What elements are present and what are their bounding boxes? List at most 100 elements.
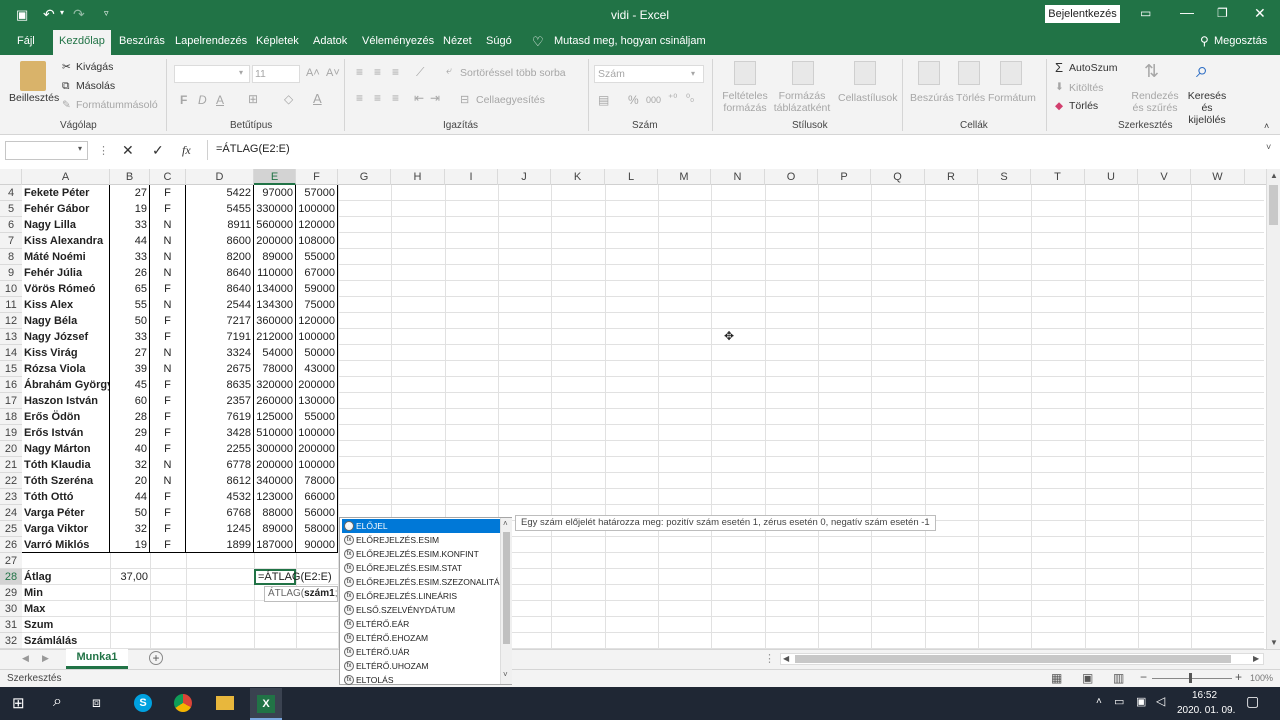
cell-d13[interactable]: 7191: [186, 329, 254, 345]
underline-button[interactable]: A: [216, 93, 224, 107]
ribbon-display-options-icon[interactable]: ▭: [1140, 6, 1151, 20]
vertical-scrollbar[interactable]: ▲ ▼: [1266, 169, 1280, 651]
row-header-11[interactable]: 11: [0, 297, 22, 313]
cell-c15[interactable]: N: [150, 361, 186, 377]
grow-font-icon[interactable]: A˄: [306, 67, 320, 79]
paste-button[interactable]: Beillesztés: [9, 92, 59, 104]
cell-e19[interactable]: 510000: [254, 425, 296, 441]
cell-b22[interactable]: 20: [110, 473, 150, 489]
row-header-14[interactable]: 14: [0, 345, 22, 361]
row-header-16[interactable]: 16: [0, 377, 22, 393]
cell-b5[interactable]: 19: [110, 201, 150, 217]
excel-taskbar-button[interactable]: X: [250, 688, 282, 720]
autocomplete-item[interactable]: fx ELTÉRŐ.EÁR: [342, 617, 500, 631]
cell-a24[interactable]: Varga Péter: [22, 505, 110, 521]
align-left-icon[interactable]: ≡: [356, 91, 363, 105]
cell-e27[interactable]: [254, 553, 296, 569]
increase-indent-icon[interactable]: ⇥: [430, 91, 440, 105]
cell-c19[interactable]: F: [150, 425, 186, 441]
cell-b6[interactable]: 33: [110, 217, 150, 233]
cell-c30[interactable]: [150, 601, 186, 617]
cell-b14[interactable]: 27: [110, 345, 150, 361]
scroll-up-icon[interactable]: ▲: [1270, 171, 1278, 180]
cell-e8[interactable]: 89000: [254, 249, 296, 265]
cell-b15[interactable]: 39: [110, 361, 150, 377]
cell-c8[interactable]: N: [150, 249, 186, 265]
cell-c31[interactable]: [150, 617, 186, 633]
cell-d23[interactable]: 4532: [186, 489, 254, 505]
cell-f27[interactable]: [296, 553, 338, 569]
cell-c29[interactable]: [150, 585, 186, 601]
cell-e9[interactable]: 110000: [254, 265, 296, 281]
cell-b13[interactable]: 33: [110, 329, 150, 345]
cell-c12[interactable]: F: [150, 313, 186, 329]
sheet-tab-munka1[interactable]: Munka1: [66, 649, 128, 669]
column-header-p[interactable]: P: [818, 169, 871, 185]
cell-a16[interactable]: Ábrahám Györgyi: [22, 377, 110, 393]
column-header-b[interactable]: B: [110, 169, 150, 185]
tab-page-layout[interactable]: Lapelrendezés: [175, 35, 247, 47]
column-header-e[interactable]: E: [254, 169, 296, 185]
autocomplete-item[interactable]: fx ELŐREJELZÉS.ESIM.STAT: [342, 561, 500, 575]
cell-d30[interactable]: [186, 601, 254, 617]
column-header-o[interactable]: O: [765, 169, 818, 185]
format-painter-icon[interactable]: ✎: [62, 99, 71, 111]
cell-a28[interactable]: Átlag: [22, 569, 110, 585]
column-header-i[interactable]: I: [445, 169, 498, 185]
cell-c23[interactable]: F: [150, 489, 186, 505]
copy-icon[interactable]: ⧉: [62, 80, 70, 93]
cell-f18[interactable]: 55000: [296, 409, 338, 425]
cell-a11[interactable]: Kiss Alex: [22, 297, 110, 313]
cell-f21[interactable]: 100000: [296, 457, 338, 473]
cell-a19[interactable]: Erős István: [22, 425, 110, 441]
cell-f10[interactable]: 59000: [296, 281, 338, 297]
cell-c21[interactable]: N: [150, 457, 186, 473]
cell-b4[interactable]: 27: [110, 185, 150, 201]
cell-d14[interactable]: 3324: [186, 345, 254, 361]
row-header-27[interactable]: 27: [0, 553, 22, 569]
cell-b29[interactable]: [110, 585, 150, 601]
wrap-text-button[interactable]: Sortöréssel több sorba: [460, 67, 566, 79]
cell-c11[interactable]: N: [150, 297, 186, 313]
cell-e16[interactable]: 320000: [254, 377, 296, 393]
cell-d8[interactable]: 8200: [186, 249, 254, 265]
cell-f6[interactable]: 120000: [296, 217, 338, 233]
normal-view-icon[interactable]: ▦: [1051, 671, 1062, 685]
row-header-30[interactable]: 30: [0, 601, 22, 617]
cell-d26[interactable]: 1899: [186, 537, 254, 553]
tab-home[interactable]: Kezdőlap: [53, 30, 111, 55]
cell-e17[interactable]: 260000: [254, 393, 296, 409]
cell-f32[interactable]: [296, 633, 338, 649]
column-header-w[interactable]: W: [1191, 169, 1245, 185]
cell-a7[interactable]: Kiss Alexandra: [22, 233, 110, 249]
cell-c25[interactable]: F: [150, 521, 186, 537]
tab-file[interactable]: Fájl: [17, 35, 35, 47]
cell-a30[interactable]: Max: [22, 601, 110, 617]
autocomplete-item[interactable]: fx ELTÉRŐ.UHOZAM: [342, 659, 500, 673]
zoom-slider-thumb[interactable]: [1189, 673, 1192, 683]
column-header-a[interactable]: A: [22, 169, 110, 185]
cell-d5[interactable]: 5455: [186, 201, 254, 217]
cell-d24[interactable]: 6768: [186, 505, 254, 521]
column-header-l[interactable]: L: [605, 169, 658, 185]
insert-cells-button[interactable]: Beszúrás: [910, 92, 954, 104]
cell-c13[interactable]: F: [150, 329, 186, 345]
scroll-right-icon[interactable]: ▶: [1253, 654, 1259, 663]
cell-b27[interactable]: [110, 553, 150, 569]
thousands-button[interactable]: 000: [646, 95, 661, 105]
scroll-thumb[interactable]: [1269, 185, 1278, 225]
cell-d11[interactable]: 2544: [186, 297, 254, 313]
cell-f11[interactable]: 75000: [296, 297, 338, 313]
cell-d31[interactable]: [186, 617, 254, 633]
column-header-d[interactable]: D: [186, 169, 254, 185]
row-header-29[interactable]: 29: [0, 585, 22, 601]
cell-d19[interactable]: 3428: [186, 425, 254, 441]
horizontal-scrollbar[interactable]: ◀ ▶: [780, 653, 1264, 665]
find-select-icon[interactable]: ⌕: [1196, 57, 1208, 83]
cell-b25[interactable]: 32: [110, 521, 150, 537]
cell-a5[interactable]: Fehér Gábor: [22, 201, 110, 217]
cell-a25[interactable]: Varga Viktor: [22, 521, 110, 537]
cell-e10[interactable]: 134000: [254, 281, 296, 297]
cell-b28[interactable]: 37,00: [110, 569, 150, 585]
cell-a26[interactable]: Varró Miklós: [22, 537, 110, 553]
